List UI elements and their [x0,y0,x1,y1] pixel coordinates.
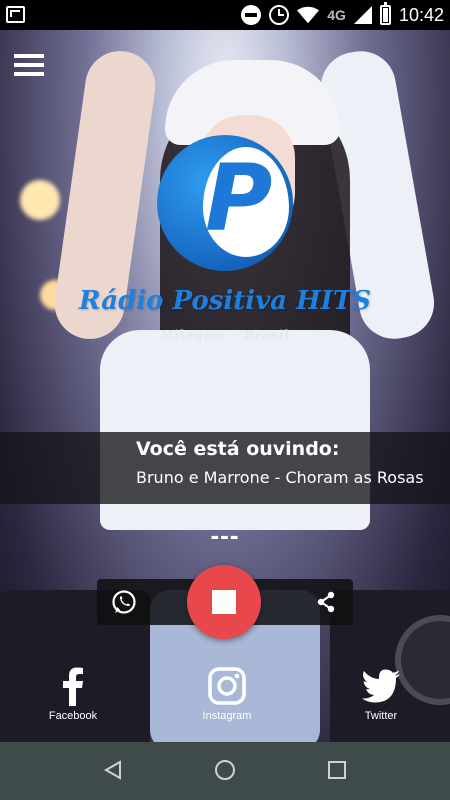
back-icon[interactable] [102,759,124,781]
whatsapp-icon[interactable] [111,589,137,615]
now-playing-track: Bruno e Marrone - Choram as Rosas [136,468,424,487]
instagram-icon [208,667,246,705]
gmail-icon [6,6,25,23]
status-bar: 4G 10:42 [0,0,450,30]
network-type: 4G [327,7,346,23]
facebook-link[interactable]: Facebook [18,664,128,722]
signal-icon [353,6,372,24]
wifi-icon [297,6,320,24]
player-status: --- [210,520,240,550]
twitter-icon [362,669,400,703]
now-playing-panel: Você está ouvindo: Bruno e Marrone - Cho… [0,432,450,504]
twitter-link[interactable]: Twitter [326,664,436,722]
stop-button[interactable] [187,565,261,639]
clock: 10:42 [398,4,444,25]
menu-icon[interactable] [14,54,44,78]
logo-letter: P [205,145,273,252]
facebook-label: Facebook [48,710,98,722]
twitter-label: Twitter [364,710,398,722]
now-playing-label: Você está ouvindo: [136,438,340,460]
navigation-bar [0,742,450,800]
stop-icon [212,590,236,614]
recents-icon[interactable] [328,761,346,779]
instagram-link[interactable]: Instagram [172,664,282,722]
alarm-icon [269,5,290,25]
station-subtitle: Milagres - Brasil [160,328,290,342]
battery-icon [379,2,391,25]
station-name: Rádio Positiva HITS [79,286,371,316]
instagram-label: Instagram [202,710,252,722]
status-icons: 4G 10:42 [241,0,444,30]
home-icon[interactable] [215,760,235,780]
facebook-icon [63,667,83,706]
share-icon[interactable] [315,591,337,613]
do-not-disturb-icon [241,5,262,25]
station-logo: P [157,135,293,271]
